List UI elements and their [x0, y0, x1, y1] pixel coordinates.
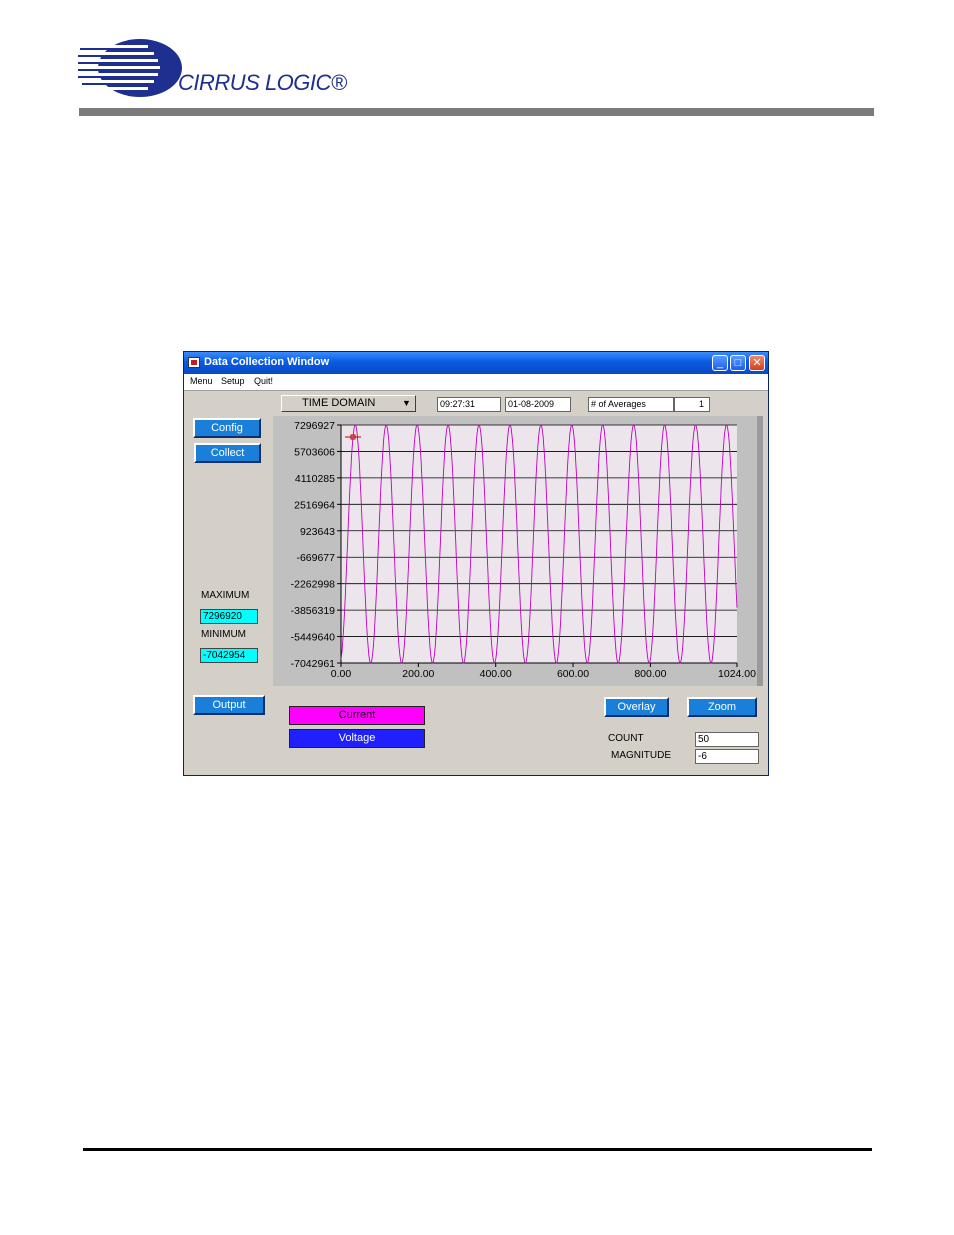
x-tick-label: 0.00 [331, 668, 352, 680]
averages-field[interactable]: 1 [674, 397, 710, 412]
title-bar[interactable]: Data Collection Window _ □ ✕ [184, 352, 768, 374]
overlay-button[interactable]: Overlay [604, 697, 669, 717]
footer-rule [83, 1148, 872, 1151]
y-tick-label: 7296927 [294, 420, 335, 432]
y-tick-label: 923643 [300, 526, 335, 538]
minimum-label: MINIMUM [201, 629, 246, 640]
chevron-down-icon[interactable]: ▼ [400, 398, 413, 409]
output-button[interactable]: Output [193, 695, 265, 715]
maximize-button[interactable]: □ [730, 355, 746, 371]
close-button[interactable]: ✕ [749, 355, 765, 371]
view-mode-value: TIME DOMAIN [302, 397, 376, 409]
plot-panel: 7296927 5703606 4110285 2516964 923643 -66967… [273, 416, 763, 686]
y-tick-label: -3856319 [291, 605, 336, 617]
menu-item-quit[interactable]: Quit! [254, 376, 273, 386]
menu-item-setup[interactable]: Setup [221, 376, 245, 386]
x-tick-label: 600.00 [557, 668, 589, 680]
x-tick-label: 400.00 [480, 668, 512, 680]
maximum-label: MAXIMUM [201, 590, 250, 601]
y-tick-label: 2516964 [294, 499, 335, 511]
time-field[interactable]: 09:27:31 [437, 397, 501, 412]
maximum-value: 7296920 [200, 609, 258, 624]
view-mode-select[interactable]: TIME DOMAIN ▼ [281, 395, 416, 412]
collect-button[interactable]: Collect [194, 443, 261, 463]
brand-name: CIRRUS LOGIC® [178, 70, 347, 95]
x-tick-label: 200.00 [402, 668, 434, 680]
plot-area [341, 425, 737, 663]
magnitude-label: MAGNITUDE [611, 750, 671, 761]
window-title: Data Collection Window [204, 356, 330, 368]
config-button[interactable]: Config [193, 418, 261, 438]
x-tick-label: 1024.00 [718, 668, 756, 680]
legend-voltage[interactable]: Voltage [289, 729, 425, 748]
data-collection-window: Data Collection Window _ □ ✕ Menu Setup … [183, 351, 769, 776]
app-icon [188, 357, 200, 368]
averages-label: # of Averages [588, 397, 674, 412]
menu-bar: Menu Setup Quit! [184, 374, 768, 391]
y-tick-label: 4110285 [295, 473, 335, 485]
y-tick-label: -7042961 [291, 658, 336, 670]
y-tick-label: -5449640 [291, 632, 336, 644]
y-tick-label: 5703606 [294, 446, 335, 458]
x-tick-label: 800.00 [634, 668, 666, 680]
magnitude-field[interactable]: -6 [695, 749, 759, 764]
date-field[interactable]: 01-08-2009 [505, 397, 571, 412]
minimum-value: -7042954 [200, 648, 258, 663]
zoom-button[interactable]: Zoom [687, 697, 757, 717]
header-rule [79, 108, 874, 116]
y-tick-label: -2262998 [291, 579, 336, 591]
count-field[interactable]: 50 [695, 732, 759, 747]
minimize-button[interactable]: _ [712, 355, 728, 371]
menu-item-menu[interactable]: Menu [190, 376, 213, 386]
legend-current[interactable]: Current [289, 706, 425, 725]
time-domain-chart: 7296927 5703606 4110285 2516964 923643 -66967… [291, 420, 757, 680]
count-label: COUNT [608, 733, 644, 744]
y-tick-label: -669677 [296, 552, 335, 564]
